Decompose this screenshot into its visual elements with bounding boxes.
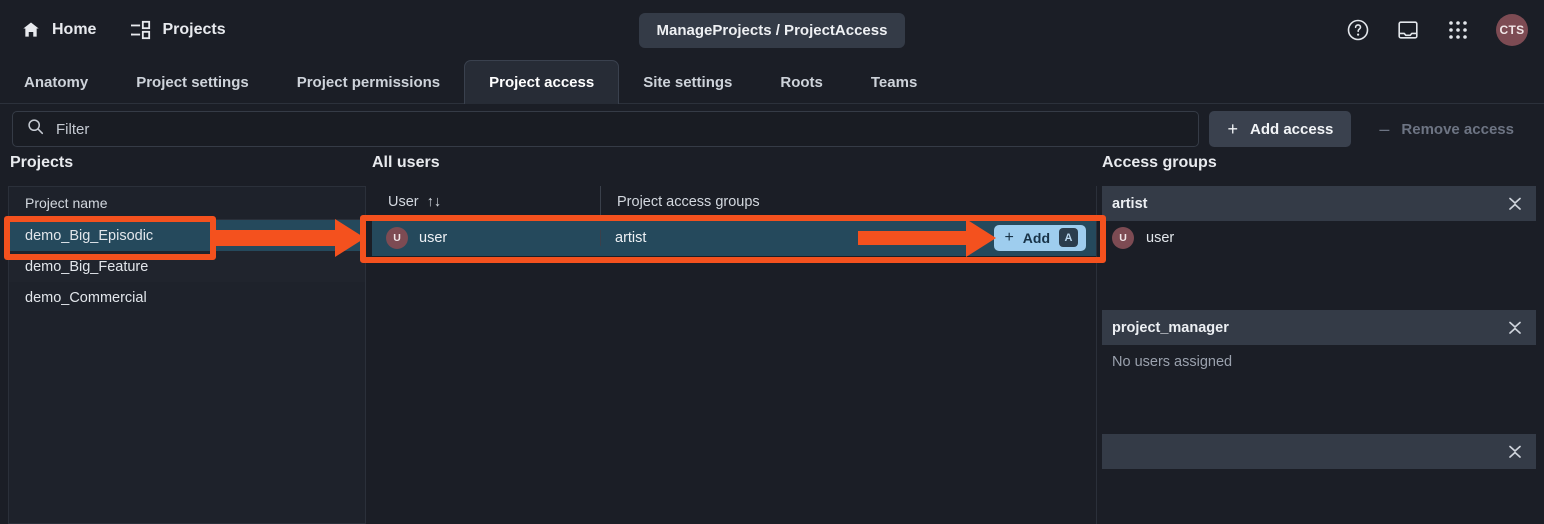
access-group-header[interactable] (1102, 434, 1536, 469)
remove-access-label: Remove access (1401, 120, 1514, 138)
top-bar-actions: CTS (1346, 0, 1528, 60)
filter-input[interactable]: Filter (12, 111, 1200, 147)
table-row[interactable]: demo_Big_Feature (9, 251, 365, 282)
avatar: U (1112, 226, 1134, 249)
collapse-chevrons-icon[interactable] (1506, 192, 1524, 216)
toolbar: Filter + Add access – Remove access (0, 110, 1544, 148)
user-name-label: user (419, 229, 448, 246)
add-access-label: Add access (1250, 120, 1334, 138)
column-project-name[interactable]: Project name (9, 187, 123, 219)
tab-anatomy[interactable]: Anatomy (0, 61, 112, 103)
nav-projects-label: Projects (162, 21, 226, 38)
tab-roots[interactable]: Roots (756, 61, 847, 103)
access-groups-list: artist Uuser project_manager No users assig… (1102, 186, 1536, 488)
projects-column-header: Project name (9, 187, 365, 220)
search-icon (27, 118, 44, 140)
users-list: Uuser artist + Add A (372, 219, 1096, 256)
column-project-access-groups[interactable]: Project access groups (600, 186, 1096, 218)
collapse-chevrons-icon[interactable] (1506, 316, 1524, 340)
tab-project-access[interactable]: Project access (464, 60, 620, 104)
nav-home[interactable]: Home (20, 19, 96, 41)
add-button-label: Add (1022, 229, 1050, 246)
access-group-name: project_manager (1112, 319, 1229, 336)
member-name-label: user (1146, 229, 1175, 246)
project-name-cell: demo_Commercial (25, 289, 147, 306)
projects-panel: Project name demo_Big_Episodic demo_Big_F… (8, 186, 366, 524)
access-group-header[interactable]: project_manager (1102, 310, 1536, 345)
table-row[interactable]: demo_Commercial (9, 282, 365, 313)
question-circle-icon[interactable] (1346, 18, 1370, 42)
add-button[interactable]: + Add A (994, 224, 1086, 251)
column-user[interactable]: User ↑↓ (372, 186, 600, 218)
remove-access-button[interactable]: – Remove access (1361, 111, 1532, 147)
tab-teams[interactable]: Teams (847, 61, 941, 103)
access-groups-panel: artist Uuser project_manager No users assig… (1102, 186, 1536, 524)
sort-arrows-icon[interactable]: ↑↓ (427, 194, 442, 210)
access-group-body: Uuser (1102, 221, 1536, 310)
empty-state-label: No users assigned (1112, 353, 1233, 370)
project-name-cell: demo_Big_Feature (25, 258, 149, 275)
table-row[interactable]: demo_Big_Episodic (9, 220, 365, 251)
nav-home-label: Home (52, 21, 97, 38)
access-group-body (1102, 469, 1536, 488)
nav-projects[interactable]: Projects (130, 19, 226, 41)
access-group-body: No users assigned (1102, 345, 1536, 434)
project-access-page: Home Projects ManageProjects / ProjectAc… (0, 0, 1544, 524)
filter-placeholder: Filter (56, 120, 90, 138)
access-groups-section-title: Access groups (1102, 154, 1217, 171)
home-icon (20, 19, 42, 41)
table-row[interactable]: Uuser artist + Add A (372, 219, 1096, 256)
avatar: U (386, 226, 408, 249)
tab-project-settings[interactable]: Project settings (112, 61, 273, 103)
plus-icon: + (1227, 119, 1238, 139)
add-access-button[interactable]: + Add access (1209, 111, 1352, 147)
project-name-cell: demo_Big_Episodic (25, 227, 154, 244)
minus-icon: – (1379, 119, 1390, 139)
collapse-chevrons-icon[interactable] (1506, 440, 1524, 464)
users-section-title: All users (372, 154, 440, 171)
access-group-header[interactable]: artist (1102, 186, 1536, 221)
keyboard-shortcut-badge: A (1059, 228, 1078, 247)
plus-icon: + (1004, 228, 1014, 246)
tab-project-permissions[interactable]: Project permissions (273, 61, 464, 103)
column-user-label: User (388, 194, 419, 210)
tab-bar: Anatomy Project settings Project permissio… (0, 60, 1544, 104)
projects-section-title: Projects (10, 154, 74, 171)
inbox-icon[interactable] (1396, 18, 1420, 42)
list-item[interactable]: Uuser (1102, 221, 1536, 254)
projects-list: demo_Big_Episodic demo_Big_Feature demo_Co… (9, 220, 365, 313)
user-cell: Uuser (372, 226, 600, 249)
access-group-name: artist (1112, 195, 1148, 212)
users-column-header: User ↑↓ Project access groups (372, 186, 1096, 219)
avatar[interactable]: CTS (1496, 14, 1528, 46)
tab-site-settings[interactable]: Site settings (619, 61, 756, 103)
projects-icon (130, 19, 152, 41)
all-users-panel: User ↑↓ Project access groups Uuser artis… (372, 186, 1096, 524)
breadcrumb[interactable]: ManageProjects / ProjectAccess (638, 12, 906, 48)
apps-grid-icon[interactable] (1446, 18, 1470, 42)
